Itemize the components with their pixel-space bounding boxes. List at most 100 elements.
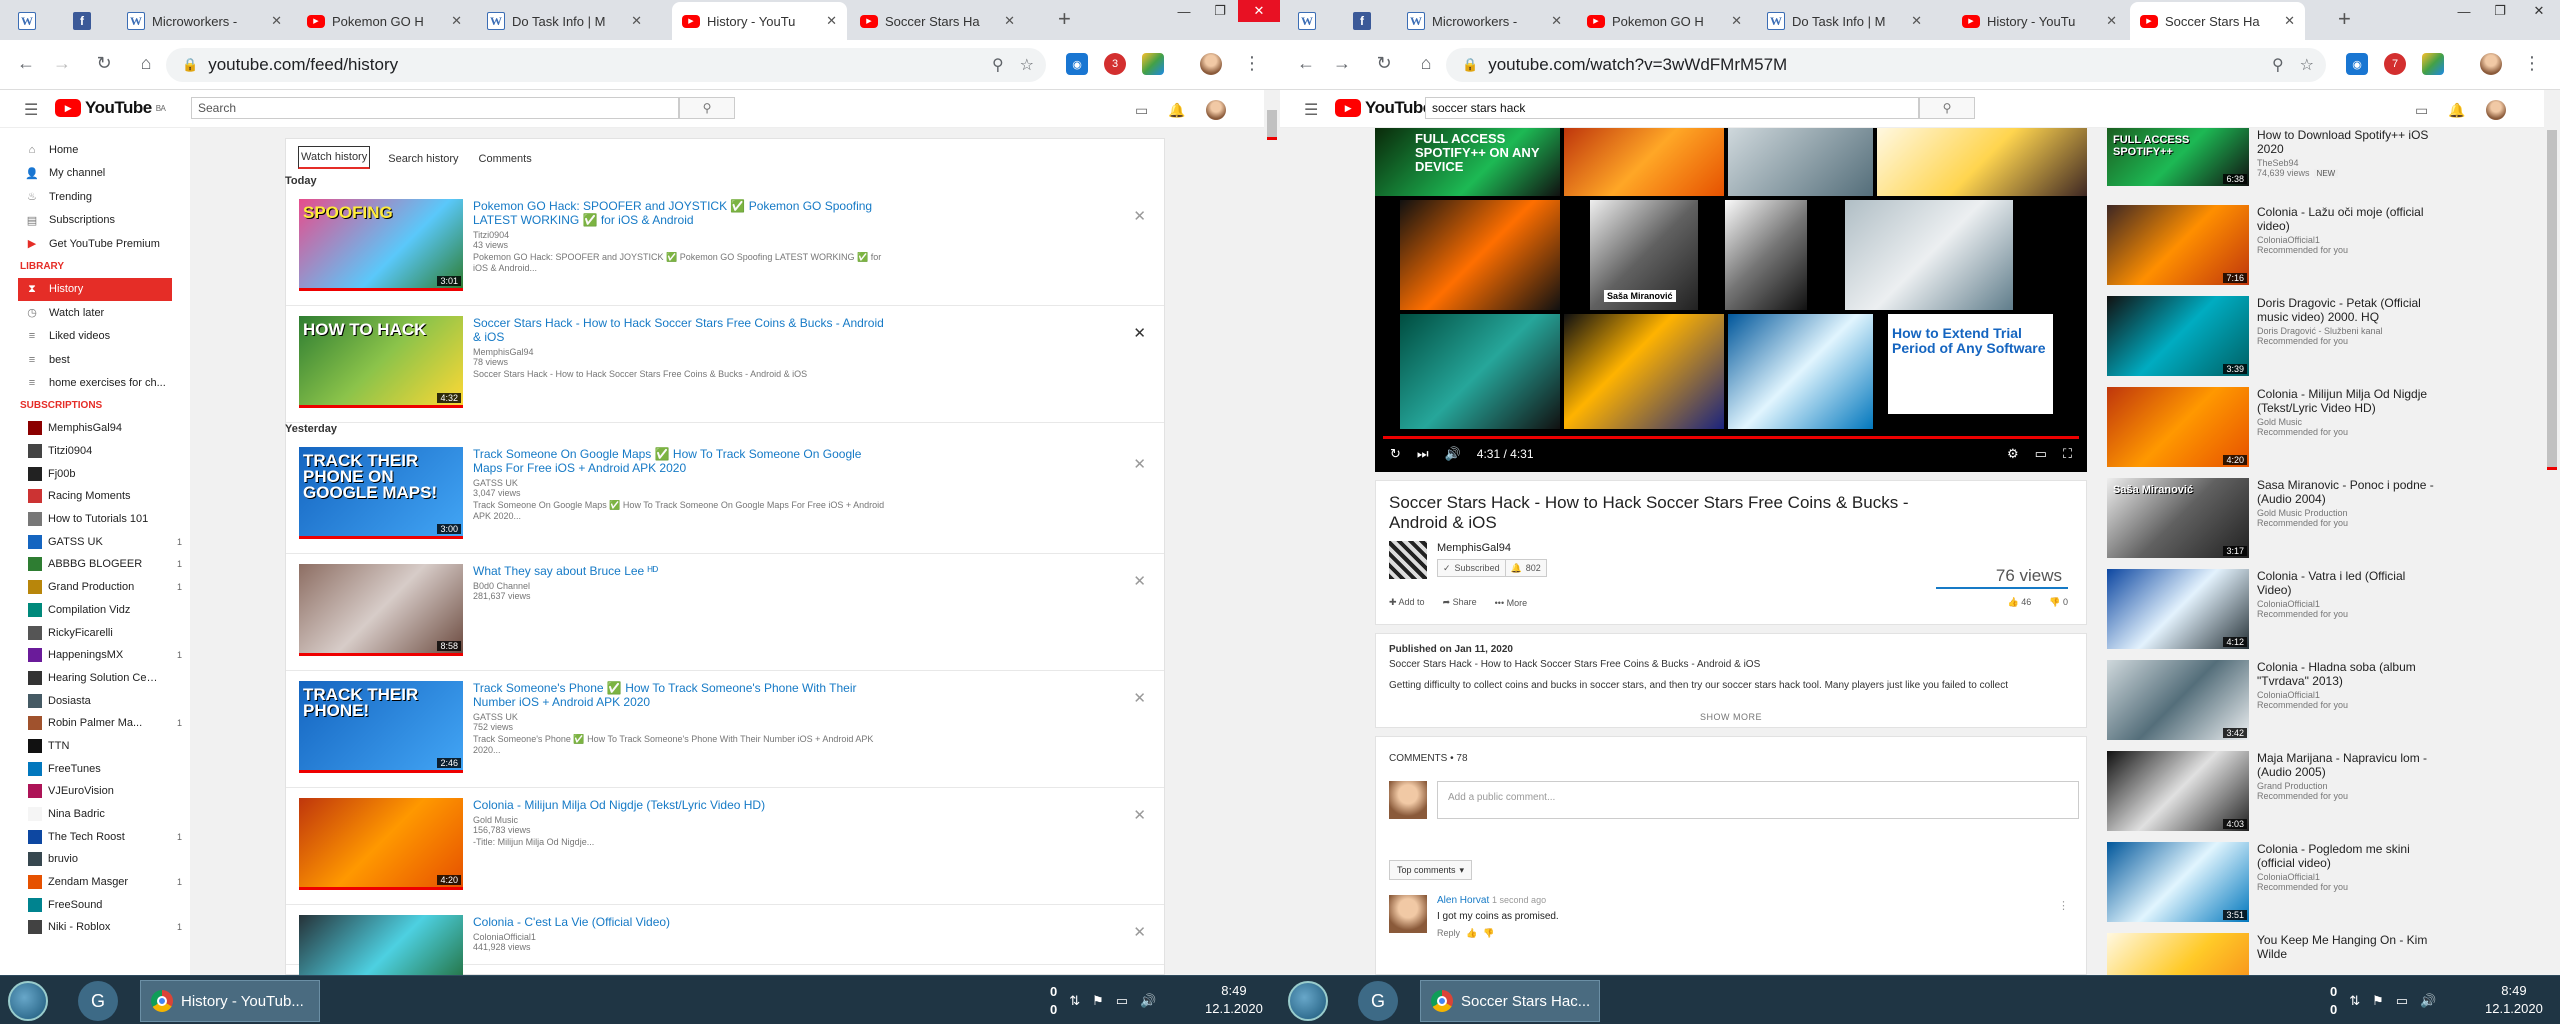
subscription-item[interactable]: FreeSound	[0, 893, 190, 916]
tab-facebook[interactable]: f	[1343, 2, 1378, 40]
menu-dots-icon[interactable]: ⋮	[2520, 53, 2544, 74]
subscription-item[interactable]: Zendam Masger 1	[0, 871, 190, 894]
related-title[interactable]: Colonia - Lažu oči moje (official video)	[2257, 205, 2437, 233]
subscription-item[interactable]: Fj00b	[0, 462, 190, 485]
add-to-button[interactable]: ✚ Add to	[1389, 597, 1425, 608]
dislike-button[interactable]: 👎 0	[2049, 597, 2068, 608]
settings-gear-icon[interactable]: ⚙	[2007, 446, 2019, 462]
close-icon[interactable]: ✕	[631, 13, 642, 29]
scrollbar[interactable]	[2544, 90, 2560, 975]
upload-icon[interactable]: ▭	[1135, 102, 1148, 119]
video-thumbnail[interactable]: SPOOFING 3:01	[299, 199, 463, 291]
volume-icon[interactable]: 🔊	[1140, 993, 1156, 1009]
close-icon[interactable]: ✕	[826, 13, 837, 29]
related-title[interactable]: Maja Marijana - Napravicu lom - (Audio 2…	[2257, 751, 2437, 779]
related-thumbnail[interactable]	[2107, 933, 2249, 975]
subscription-item[interactable]: Robin Palmer Ma... 1	[0, 712, 190, 735]
hamburger-menu-icon[interactable]: ☰	[1304, 100, 1318, 120]
subscription-item[interactable]: Niki - Roblox 1	[0, 916, 190, 939]
clock[interactable]: 8:49 12.1.2020	[2485, 982, 2543, 1018]
back-icon[interactable]: ←	[1294, 53, 1318, 74]
flag-icon[interactable]: ⚑	[2372, 993, 2384, 1009]
comment-menu-icon[interactable]: ⋮	[2058, 899, 2069, 912]
channel-name[interactable]: Titzi0904	[473, 230, 893, 240]
account-avatar[interactable]	[2485, 100, 2506, 120]
subscription-item[interactable]: TTN	[0, 735, 190, 758]
guide-item-subscriptions[interactable]: ▤ Subscriptions	[0, 209, 190, 233]
pinned-app-icon[interactable]: G	[78, 981, 118, 1021]
video-title-link[interactable]: What They say about Bruce Lee ᴴᴰ	[473, 564, 893, 578]
zoom-icon[interactable]: ⚲	[992, 55, 1004, 75]
extension-icon[interactable]	[1142, 53, 1164, 75]
hamburger-menu-icon[interactable]: ☰	[24, 100, 38, 120]
channel-name[interactable]: MemphisGal94	[473, 347, 893, 357]
notification-bell-icon[interactable]: 🔔	[1168, 102, 1185, 119]
video-thumbnail[interactable]: TRACK THEIR PHONE ON GOOGLE MAPS! 3:00	[299, 447, 463, 539]
guide-item-watch-later[interactable]: ◷ Watch later	[0, 301, 190, 325]
commenter-avatar[interactable]	[1389, 895, 1427, 933]
guide-item-best[interactable]: ≡ best	[0, 348, 190, 372]
subscription-item[interactable]: Compilation Vidz	[0, 599, 190, 622]
remove-icon[interactable]: ✕	[1133, 923, 1146, 941]
display-icon[interactable]: ▭	[1116, 993, 1128, 1009]
home-icon[interactable]: ⌂	[134, 53, 158, 74]
volume-icon[interactable]: 🔊	[1445, 446, 1461, 462]
video-title-link[interactable]: Soccer Stars Hack - How to Hack Soccer S…	[473, 316, 893, 344]
video-title-link[interactable]: Colonia - Milijun Milja Od Nigdje (Tekst…	[473, 798, 893, 812]
close-icon[interactable]: ✕	[451, 13, 462, 29]
upload-icon[interactable]: ▭	[2415, 102, 2428, 119]
address-bar[interactable]: 🔒 youtube.com/watch?v=3wWdFMrM57M ⚲ ☆	[1446, 48, 2326, 82]
maximize-icon[interactable]: ❐	[1202, 0, 1238, 22]
adblock-icon[interactable]: 3	[1104, 53, 1126, 75]
related-thumbnail[interactable]: Saša Miranović 3:17	[2107, 478, 2249, 558]
close-icon[interactable]: ✕	[271, 13, 282, 29]
related-video-item[interactable]: 4:20 Colonia - Milijun Milja Od Nigdje (T…	[2107, 387, 2437, 478]
remove-icon[interactable]: ✕	[1133, 455, 1146, 473]
guide-item-my-channel[interactable]: 👤 My channel	[0, 162, 190, 186]
video-thumbnail[interactable]	[299, 915, 463, 975]
related-thumbnail[interactable]: 4:12	[2107, 569, 2249, 649]
channel-name[interactable]: GATSS UK	[473, 478, 893, 488]
start-button[interactable]	[8, 981, 48, 1021]
video-title-link[interactable]: Colonia - C'est La Vie (Official Video)	[473, 915, 893, 929]
close-window-icon[interactable]: ✕	[2518, 0, 2560, 22]
clock[interactable]: 8:49 12.1.2020	[1205, 982, 1263, 1018]
related-video-item[interactable]: 3:51 Colonia - Pogledom me skini (officia…	[2107, 842, 2437, 933]
guide-item-home-exercises[interactable]: ≡ home exercises for ch...	[0, 372, 190, 396]
forward-icon[interactable]: →	[50, 53, 74, 74]
display-icon[interactable]: ▭	[2396, 993, 2408, 1009]
thumbs-down-icon[interactable]: 👎	[1483, 928, 1494, 939]
guide-item-premium[interactable]: ▶ Get YouTube Premium	[0, 232, 190, 256]
reply-button[interactable]: Reply	[1437, 928, 1460, 939]
related-thumbnail[interactable]: 7:16	[2107, 205, 2249, 285]
video-title-link[interactable]: Pokemon GO Hack: SPOOFER and JOYSTICK ✅ …	[473, 199, 893, 227]
tab-do-task[interactable]: W Do Task Info | M ✕	[477, 2, 652, 40]
new-tab-icon[interactable]: +	[2338, 6, 2351, 32]
subscription-item[interactable]: Titzi0904	[0, 440, 190, 463]
close-icon[interactable]: ✕	[2284, 13, 2295, 29]
related-video-item[interactable]: You Keep Me Hanging On - Kim Wilde	[2107, 933, 2437, 975]
tab-pokemon[interactable]: ▶ Pokemon GO H ✕	[297, 2, 472, 40]
start-button[interactable]	[1288, 981, 1328, 1021]
scrollbar-thumb[interactable]	[1267, 110, 1277, 140]
guide-item-home[interactable]: ⌂ Home	[0, 138, 190, 162]
tab-comments[interactable]: Comments	[477, 149, 534, 169]
taskbar-chrome-history[interactable]: History - YouTub...	[140, 980, 320, 1022]
fullscreen-icon[interactable]: ⛶	[2063, 446, 2072, 462]
comment-input[interactable]: Add a public comment...	[1437, 781, 2079, 819]
related-title[interactable]: Colonia - Pogledom me skini (official vi…	[2257, 842, 2437, 870]
subscription-item[interactable]: GATSS UK 1	[0, 530, 190, 553]
notification-bell-icon[interactable]: 🔔	[2448, 102, 2465, 119]
subscription-item[interactable]: VJEuroVision	[0, 780, 190, 803]
subscription-item[interactable]: MemphisGal94	[0, 417, 190, 440]
related-thumbnail[interactable]: 4:20	[2107, 387, 2249, 467]
related-title[interactable]: Colonia - Milijun Milja Od Nigdje (Tekst…	[2257, 387, 2437, 415]
profile-avatar[interactable]	[1200, 53, 1222, 75]
related-video-item[interactable]: 3:42 Colonia - Hladna soba (album "Tvrdav…	[2107, 660, 2437, 751]
related-title[interactable]: You Keep Me Hanging On - Kim Wilde	[2257, 933, 2437, 961]
flag-icon[interactable]: ⚑	[1092, 993, 1104, 1009]
close-icon[interactable]: ✕	[2106, 13, 2117, 29]
related-thumbnail[interactable]: 3:42	[2107, 660, 2249, 740]
volume-icon[interactable]: 🔊	[2420, 993, 2436, 1009]
subscription-item[interactable]: Grand Production 1	[0, 576, 190, 599]
